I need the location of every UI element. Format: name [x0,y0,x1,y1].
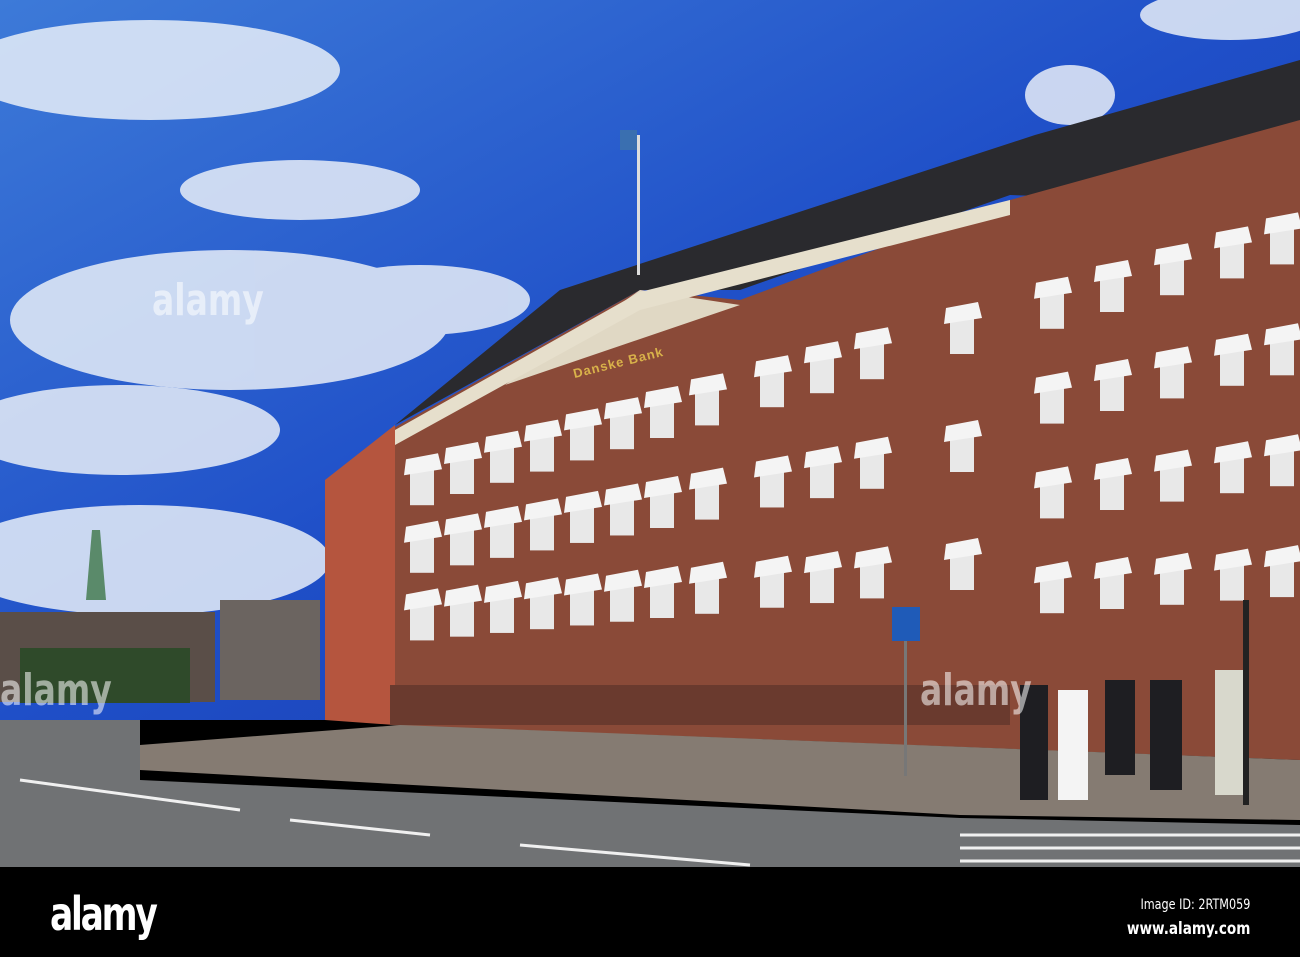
alamy-logo: alamy [50,887,158,941]
footer-bar: alamy Image ID: 2RTM059 www.alamy.com [0,867,1300,957]
watermark-3: alamy [920,665,1032,716]
sign-pole [904,641,907,776]
website-link[interactable]: www.alamy.com [1126,919,1250,939]
pedestrian-sign [892,607,920,641]
flag [620,130,637,150]
traffic-light-pole [1243,600,1249,805]
image-id: Image ID: 2RTM059 [1140,897,1250,913]
photo-scene: Danske Bank alamy alamy alamy alamy Imag… [0,0,1300,957]
watermark-2: alamy [0,665,112,716]
flagpole [637,135,640,275]
base-plinth [390,685,1010,725]
distant-building-2 [220,600,320,700]
watermark: alamy [152,275,264,326]
street-photo [0,0,1300,867]
